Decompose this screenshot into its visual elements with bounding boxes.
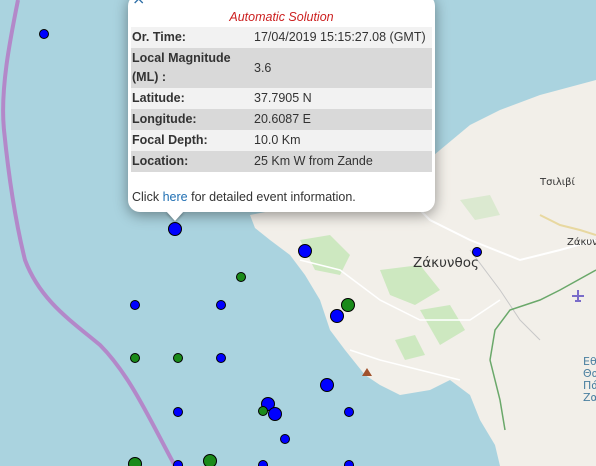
sea-label: Εθ Θαλ Πά Ζακ (583, 356, 596, 404)
row-value: 10.0 Km (251, 130, 432, 151)
row-value: 37.7905 N (251, 88, 432, 109)
row-value: 3.6 (251, 48, 432, 88)
map-view[interactable]: Ζάκυνθος Τσιλιβί Ζάκυν Εθ Θαλ Πά Ζακ (0, 0, 596, 466)
earthquake-marker[interactable] (344, 460, 354, 466)
table-row: Longitude: 20.6087 E (131, 109, 432, 130)
earthquake-marker[interactable] (39, 29, 49, 39)
earthquake-marker[interactable] (268, 407, 282, 421)
popup-footer: Click here for detailed event informatio… (132, 190, 356, 204)
earthquake-marker-selected[interactable] (168, 222, 182, 236)
row-label: Local Magnitude (ML) : (131, 48, 251, 88)
sea-label-line: Ζακ (583, 391, 596, 404)
event-details-table: Or. Time: 17/04/2019 15:15:27.08 (GMT) L… (131, 27, 432, 172)
earthquake-marker[interactable] (173, 353, 183, 363)
row-label: Or. Time: (131, 27, 251, 48)
earthquake-marker[interactable] (130, 300, 140, 310)
row-value: 25 Km W from Zande (251, 151, 432, 172)
earthquake-marker[interactable] (344, 407, 354, 417)
row-label: Longitude: (131, 109, 251, 130)
earthquake-marker[interactable] (280, 434, 290, 444)
earthquake-marker[interactable] (341, 298, 355, 312)
earthquake-marker[interactable] (320, 378, 334, 392)
earthquake-marker[interactable] (173, 460, 183, 466)
table-row: Latitude: 37.7905 N (131, 88, 432, 109)
popup-heading: Automatic Solution (229, 10, 334, 24)
place-label-zakynthos: Ζάκυνθος (413, 255, 479, 271)
earthquake-marker[interactable] (330, 309, 344, 323)
row-value: 20.6087 E (251, 109, 432, 130)
earthquake-marker[interactable] (472, 247, 482, 257)
earthquake-marker[interactable] (216, 353, 226, 363)
close-icon[interactable]: × (132, 0, 145, 7)
row-label: Latitude: (131, 88, 251, 109)
earthquake-marker[interactable] (298, 244, 312, 258)
footer-prefix: Click (132, 190, 160, 204)
earthquake-marker[interactable] (258, 460, 268, 466)
earthquake-marker[interactable] (128, 457, 142, 466)
earthquake-marker[interactable] (216, 300, 226, 310)
earthquake-marker[interactable] (236, 272, 246, 282)
table-row: Location: 25 Km W from Zande (131, 151, 432, 172)
earthquake-marker[interactable] (173, 407, 183, 417)
table-row: Or. Time: 17/04/2019 15:15:27.08 (GMT) (131, 27, 432, 48)
earthquake-marker[interactable] (258, 406, 268, 416)
footer-suffix: for detailed event information. (191, 190, 356, 204)
table-row: Focal Depth: 10.0 Km (131, 130, 432, 151)
popup-tip (166, 211, 184, 221)
earthquake-marker[interactable] (203, 454, 217, 466)
row-label: Location: (131, 151, 251, 172)
event-popup: × Automatic Solution Or. Time: 17/04/201… (128, 0, 435, 212)
table-row: Local Magnitude (ML) : 3.6 (131, 48, 432, 88)
event-details-link[interactable]: here (163, 190, 188, 204)
place-label-tsilivi: Τσιλιβί (540, 177, 575, 188)
row-value: 17/04/2019 15:15:27.08 (GMT) (251, 27, 432, 48)
row-label: Focal Depth: (131, 130, 251, 151)
earthquake-marker[interactable] (130, 353, 140, 363)
place-label-zakyn-short: Ζάκυν (567, 237, 596, 248)
